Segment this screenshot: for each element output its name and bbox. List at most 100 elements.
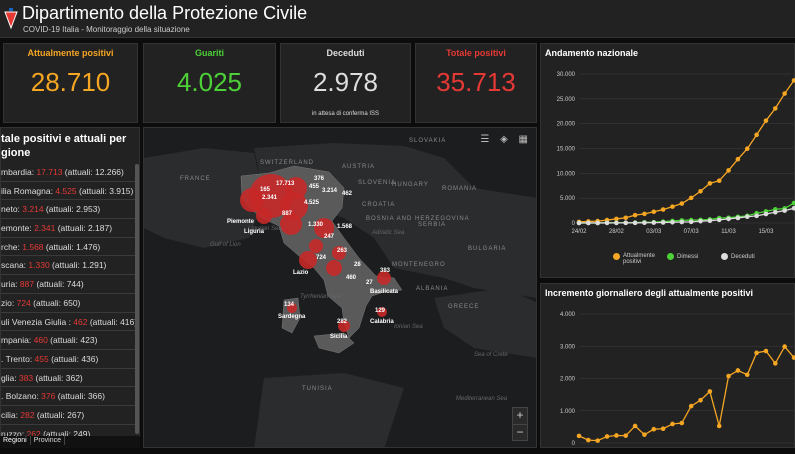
data-point[interactable] <box>744 214 750 220</box>
tab-regioni[interactable]: Regioni <box>0 436 31 445</box>
data-point[interactable] <box>604 434 610 439</box>
data-point[interactable] <box>670 219 675 225</box>
data-point[interactable] <box>763 118 769 123</box>
data-point[interactable] <box>642 211 647 217</box>
region-list-item[interactable]: neto: 3.214 (attuali: 2.953) <box>1 200 137 220</box>
map-region-label: Sicilia <box>330 334 348 340</box>
region-list-item[interactable]: emonte: 2.341 (attuali: 2.187) <box>1 219 137 238</box>
region-list-item[interactable]: scana: 1.330 (attuali: 1.291) <box>1 256 137 276</box>
data-point[interactable] <box>660 220 666 225</box>
tab-province[interactable]: Province <box>31 436 65 445</box>
data-point[interactable] <box>604 220 610 226</box>
region-list-item[interactable]: rche: 1.568 (attuali: 1.476) <box>1 238 137 257</box>
data-point[interactable] <box>773 106 778 111</box>
data-point[interactable] <box>632 220 638 226</box>
data-point[interactable] <box>679 219 685 225</box>
legend-item-deceduti[interactable]: Deceduti <box>721 253 755 260</box>
data-point[interactable] <box>632 423 638 429</box>
region-list-item[interactable]: mpania: 460 (attuali: 423) <box>1 331 137 350</box>
data-point[interactable] <box>754 132 759 138</box>
data-point[interactable] <box>651 209 657 215</box>
data-point[interactable] <box>576 433 582 439</box>
region-list-item[interactable]: glia: 383 (attuali: 362) <box>1 369 137 388</box>
list-icon[interactable]: ☰ <box>480 134 489 145</box>
data-point[interactable] <box>726 216 731 222</box>
data-point[interactable] <box>773 361 778 366</box>
data-point[interactable] <box>576 220 582 226</box>
data-point[interactable] <box>688 403 694 409</box>
region-name: neto: <box>1 204 23 215</box>
legend-item-attuali[interactable]: Attualmente positivi <box>613 253 663 265</box>
data-point[interactable] <box>754 213 759 219</box>
zoom-out-button[interactable]: − <box>513 424 527 440</box>
data-point[interactable] <box>716 423 722 429</box>
legend-item-dimessi[interactable]: Dimessi <box>667 253 698 260</box>
basemap-icon[interactable]: ▦ <box>519 134 528 145</box>
zoom-in-button[interactable]: + <box>513 408 527 424</box>
region-list-item[interactable]: uria: 887 (attuali: 744) <box>1 275 137 294</box>
data-point[interactable] <box>773 209 778 215</box>
data-point[interactable] <box>688 219 694 225</box>
data-point[interactable] <box>707 181 713 186</box>
data-point[interactable] <box>679 201 685 206</box>
region-name: glia: <box>1 372 19 383</box>
data-point[interactable] <box>735 368 741 373</box>
data-point[interactable] <box>726 168 731 173</box>
data-point[interactable] <box>688 195 694 201</box>
data-point[interactable] <box>614 220 619 226</box>
data-point[interactable] <box>660 426 666 432</box>
region-list-item[interactable]: cilia: 282 (attuali: 267) <box>1 406 137 425</box>
data-point[interactable] <box>707 389 713 394</box>
data-point[interactable] <box>735 156 741 162</box>
data-point[interactable] <box>707 218 713 224</box>
data-point[interactable] <box>716 178 722 184</box>
data-point[interactable] <box>698 397 703 403</box>
region-name: cilia: <box>1 409 21 420</box>
data-point[interactable] <box>614 433 619 438</box>
data-point[interactable] <box>642 432 647 437</box>
data-point[interactable] <box>782 344 787 349</box>
data-point[interactable] <box>679 420 685 426</box>
data-point[interactable] <box>716 217 722 223</box>
map-canvas[interactable]: SWITZERLAND AUSTRIA HUNGARY SLOVAKIA FRANCE S… <box>144 128 537 448</box>
data-point[interactable] <box>744 372 750 378</box>
data-point[interactable] <box>623 220 629 226</box>
data-point[interactable] <box>651 426 657 432</box>
data-point[interactable] <box>595 220 600 226</box>
data-point[interactable] <box>632 212 638 218</box>
data-point[interactable] <box>670 204 675 209</box>
region-list-item[interactable]: zio: 724 (attuali: 650) <box>1 294 137 313</box>
region-list-item[interactable]: uli Venezia Giulia : 462 (attuali: 416) <box>1 313 137 332</box>
app-subtitle: COVID-19 Italia - Monitoraggio della sit… <box>23 25 190 34</box>
data-point[interactable] <box>651 220 657 225</box>
data-point[interactable] <box>763 211 769 217</box>
region-list-item[interactable]: mbardia: 17.713 (attuali: 12.266) <box>1 163 137 182</box>
map-case-count: 376 <box>314 176 325 182</box>
data-point[interactable] <box>595 438 600 443</box>
data-point[interactable] <box>670 421 675 427</box>
data-point[interactable] <box>586 437 591 443</box>
data-point[interactable] <box>726 373 731 379</box>
data-point[interactable] <box>735 215 741 221</box>
region-list-item[interactable]: ilia Romagna: 4.525 (attuali: 3.915) <box>1 182 137 201</box>
data-point[interactable] <box>698 188 703 194</box>
region-list-scrollbar[interactable] <box>135 164 139 434</box>
data-point[interactable] <box>782 208 787 213</box>
data-point[interactable] <box>744 146 750 152</box>
map-view[interactable]: SWITZERLAND AUSTRIA HUNGARY SLOVAKIA FRANCE S… <box>143 127 537 448</box>
region-list[interactable]: mbardia: 17.713 (attuali: 12.266) ilia Ro… <box>1 163 137 447</box>
data-point[interactable] <box>623 433 629 438</box>
layers-icon[interactable]: ◈ <box>500 134 508 145</box>
region-list-item[interactable]: . Trento: 455 (attuali: 436) <box>1 350 137 369</box>
data-point[interactable] <box>763 348 769 354</box>
data-point[interactable] <box>642 220 647 226</box>
data-point[interactable] <box>782 91 787 96</box>
data-point[interactable] <box>660 207 666 212</box>
data-point[interactable] <box>698 218 703 224</box>
data-point[interactable] <box>586 220 591 226</box>
data-point[interactable] <box>623 215 629 221</box>
region-name: uria: <box>1 279 20 290</box>
region-total: 1.330 <box>28 260 50 271</box>
data-point[interactable] <box>754 350 759 356</box>
region-list-item[interactable]: . Bolzano: 376 (attuali: 366) <box>1 387 137 406</box>
